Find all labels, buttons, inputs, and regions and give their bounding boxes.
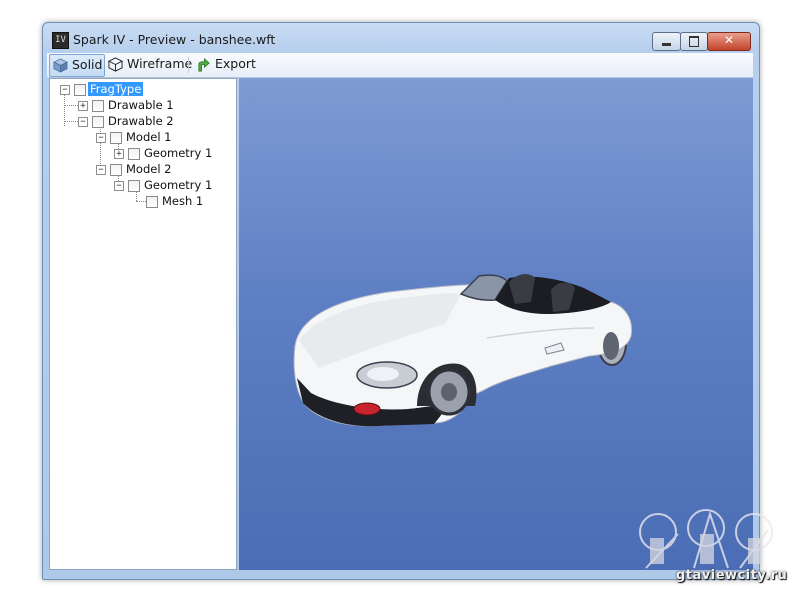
tree-node-model-2[interactable]: − Model 2 bbox=[96, 162, 216, 178]
car-headlight-lens bbox=[367, 367, 399, 381]
expand-icon[interactable]: + bbox=[78, 101, 88, 111]
tree-checkbox[interactable] bbox=[92, 116, 104, 128]
tree-checkbox[interactable] bbox=[128, 180, 140, 192]
cube-wireframe-icon bbox=[108, 57, 123, 72]
export-arrow-icon bbox=[198, 58, 210, 72]
close-icon: ✕ bbox=[723, 33, 735, 47]
collapse-icon[interactable]: − bbox=[96, 165, 106, 175]
watermark-text: gtaviewcity.ru bbox=[676, 568, 788, 583]
export-button[interactable]: Export bbox=[193, 54, 256, 75]
tree-node-geometry-1[interactable]: − Geometry 1 bbox=[114, 178, 224, 194]
maximize-icon bbox=[689, 36, 699, 47]
minimize-button[interactable] bbox=[652, 32, 681, 51]
tree-checkbox[interactable] bbox=[110, 132, 122, 144]
tree-checkbox[interactable] bbox=[74, 84, 86, 96]
collapse-icon[interactable]: − bbox=[60, 85, 70, 95]
tree-node-label: Drawable 1 bbox=[108, 98, 174, 112]
window-title: Spark IV - Preview - banshee.wft bbox=[73, 32, 276, 47]
toolbar: Solid Wireframe Export bbox=[47, 53, 753, 78]
cube-solid-icon bbox=[53, 58, 68, 73]
rear-tire bbox=[603, 332, 619, 360]
tree-connector bbox=[64, 121, 78, 122]
tree-connector bbox=[64, 105, 78, 106]
solid-label: Solid bbox=[72, 57, 103, 72]
tree-node-label: Model 1 bbox=[126, 130, 172, 144]
tree-node-label: FragType bbox=[88, 82, 144, 96]
collapse-icon[interactable]: − bbox=[78, 117, 88, 127]
title-bar[interactable]: IV Spark IV - Preview - banshee.wft ✕ bbox=[43, 23, 759, 53]
collapse-icon[interactable]: − bbox=[114, 181, 124, 191]
app-icon: IV bbox=[52, 32, 69, 49]
wireframe-button[interactable]: Wireframe bbox=[105, 54, 192, 75]
tree-checkbox[interactable] bbox=[110, 164, 122, 176]
collapse-icon[interactable]: − bbox=[96, 133, 106, 143]
tree-node-label: Geometry 1 bbox=[144, 146, 213, 160]
tree-checkbox[interactable] bbox=[92, 100, 104, 112]
tree-node-label: Mesh 1 bbox=[162, 194, 204, 208]
tree-checkbox[interactable] bbox=[128, 148, 140, 160]
car-turn-light bbox=[353, 402, 381, 416]
tree-node-geometry-1[interactable]: + Geometry 1 bbox=[114, 146, 224, 162]
toolbar-separator bbox=[188, 57, 189, 73]
tree-node-drawable-2[interactable]: − Drawable 2 bbox=[78, 114, 198, 130]
solid-button[interactable]: Solid bbox=[49, 54, 105, 77]
tree-node-label: Drawable 2 bbox=[108, 114, 174, 128]
tree-node-label: Geometry 1 bbox=[144, 178, 213, 192]
tree-node-drawable-1[interactable]: + Drawable 1 bbox=[78, 98, 198, 114]
model-tree: − FragType + Drawable 1 − Drawable 2 − M… bbox=[49, 78, 237, 570]
minimize-icon bbox=[662, 43, 671, 46]
expand-icon[interactable]: + bbox=[114, 149, 124, 159]
tree-node-label: Model 2 bbox=[126, 162, 172, 176]
tree-node-mesh-1[interactable]: Mesh 1 bbox=[132, 194, 222, 210]
tree-checkbox[interactable] bbox=[146, 196, 158, 208]
export-label: Export bbox=[215, 56, 256, 71]
close-button[interactable]: ✕ bbox=[707, 32, 751, 51]
tree-node-model-1[interactable]: − Model 1 bbox=[96, 130, 216, 146]
tree-node-fragtype[interactable]: − FragType bbox=[60, 82, 180, 98]
maximize-button[interactable] bbox=[680, 32, 708, 51]
wireframe-label: Wireframe bbox=[127, 56, 193, 71]
